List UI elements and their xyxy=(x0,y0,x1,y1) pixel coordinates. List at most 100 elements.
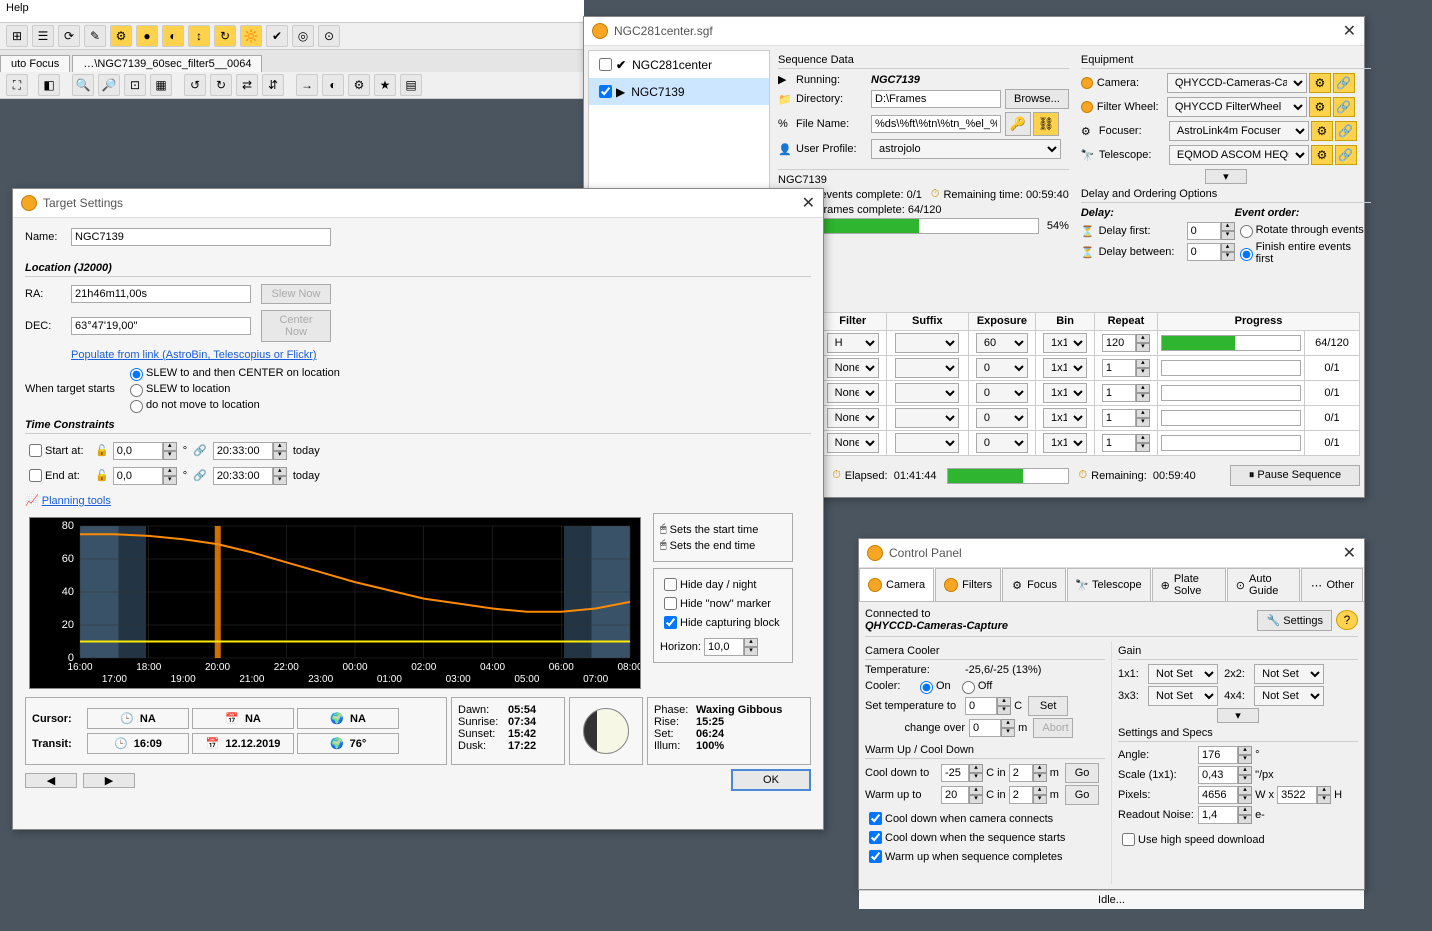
spin-down[interactable]: ▾ xyxy=(1136,443,1150,452)
exposure-select[interactable]: 0 xyxy=(976,383,1028,403)
cooler-off-radio[interactable] xyxy=(962,681,975,694)
lock-icon[interactable]: 🔓 xyxy=(95,469,109,482)
tab-image[interactable]: …\NGC7139_60sec_filter5__0064 xyxy=(72,55,262,72)
filter-select[interactable]: None xyxy=(827,433,879,453)
spin-up[interactable]: ▴ xyxy=(1221,243,1235,252)
telescope-select[interactable]: EQMOD ASCOM HEQ5/6 xyxy=(1169,145,1309,165)
repeat-input[interactable] xyxy=(1102,384,1136,402)
tool-icon[interactable]: ◐ xyxy=(162,25,184,47)
dec-input[interactable] xyxy=(71,317,251,335)
tab-telescope[interactable]: 🔭Telescope xyxy=(1067,568,1151,601)
focuser-select[interactable]: AstroLink4m Focuser xyxy=(1169,121,1309,141)
bin-select[interactable]: 1x1 xyxy=(1043,408,1087,428)
target-item[interactable]: ✔ NGC281center xyxy=(589,51,769,78)
spin-up[interactable]: ▴ xyxy=(1136,434,1150,443)
suffix-select[interactable] xyxy=(895,408,959,428)
nomove-radio[interactable] xyxy=(130,400,143,413)
gain-1x1-select[interactable]: Not Set xyxy=(1148,664,1218,684)
start-time-input[interactable] xyxy=(213,442,273,460)
tab-other[interactable]: ⋯Other xyxy=(1301,568,1363,601)
camera-select[interactable]: QHYCCD-Cameras-Capture xyxy=(1167,73,1307,93)
spin-down[interactable]: ▾ xyxy=(1238,815,1252,824)
spin-up[interactable]: ▴ xyxy=(1238,786,1252,795)
pause-sequence-button[interactable]: ⏸ Pause Sequence xyxy=(1230,465,1360,486)
lock-icon[interactable]: 🔓 xyxy=(95,444,109,457)
tab-autoguide[interactable]: ⊙Auto Guide xyxy=(1227,568,1301,601)
tool-icon[interactable]: ↕ xyxy=(188,25,210,47)
spin-up[interactable]: ▴ xyxy=(1238,746,1252,755)
spin-down[interactable]: ▾ xyxy=(1001,728,1015,737)
gain-4x4-select[interactable]: Not Set xyxy=(1254,686,1324,706)
link-icon[interactable]: 🔗 xyxy=(1335,145,1357,165)
repeat-input[interactable] xyxy=(1102,409,1136,427)
tool-icon[interactable]: ✎ xyxy=(84,25,106,47)
repeat-input[interactable] xyxy=(1102,334,1136,352)
arrow-icon[interactable]: → xyxy=(296,74,318,96)
spin-down[interactable]: ▾ xyxy=(1136,393,1150,402)
spin-up[interactable]: ▴ xyxy=(744,638,758,647)
spin-up[interactable]: ▴ xyxy=(163,467,177,476)
set-button[interactable]: Set xyxy=(1028,696,1068,716)
close-icon[interactable]: ✕ xyxy=(1343,21,1356,41)
suffix-select[interactable] xyxy=(895,433,959,453)
directory-input[interactable] xyxy=(871,90,1001,108)
hide-day-check[interactable] xyxy=(664,578,677,591)
slew-center-radio[interactable] xyxy=(130,368,143,381)
cd-seq-check[interactable] xyxy=(869,831,882,844)
spin-down[interactable]: ▾ xyxy=(1136,368,1150,377)
help-icon[interactable]: ? xyxy=(1336,610,1358,630)
tool-icon[interactable]: ↻ xyxy=(214,25,236,47)
filter-select[interactable]: None xyxy=(827,408,879,428)
target-check[interactable] xyxy=(599,58,612,71)
spin-up[interactable]: ▴ xyxy=(273,467,287,476)
link-icon[interactable]: 🔗 xyxy=(1333,97,1355,117)
delay-between-input[interactable] xyxy=(1187,243,1221,261)
cooldown-input[interactable] xyxy=(941,764,969,782)
bin-select[interactable]: 1x1 xyxy=(1043,358,1087,378)
exposure-select[interactable]: 0 xyxy=(976,358,1028,378)
start-at-check[interactable] xyxy=(29,444,42,457)
key-icon[interactable]: 🔑 xyxy=(1005,112,1031,136)
zoom-100-icon[interactable]: ⊡ xyxy=(124,74,146,96)
flip-h-icon[interactable]: ⇄ xyxy=(236,74,258,96)
cd-connect-check[interactable] xyxy=(869,812,882,825)
link-icon[interactable]: 🔗 xyxy=(1333,73,1355,93)
spin-down[interactable]: ▾ xyxy=(1033,795,1047,804)
browse-button[interactable]: Browse... xyxy=(1005,89,1069,109)
spin-down[interactable]: ▾ xyxy=(997,706,1011,715)
slew-radio[interactable] xyxy=(130,384,143,397)
bin-select[interactable]: 1x1 xyxy=(1043,333,1087,353)
spin-down[interactable]: ▾ xyxy=(744,647,758,656)
filterwheel-select[interactable]: QHYCCD FilterWheel xyxy=(1167,97,1307,117)
warmup-min-input[interactable] xyxy=(1009,786,1033,804)
spin-down[interactable]: ▾ xyxy=(1221,231,1235,240)
tool-icon[interactable]: ✔ xyxy=(266,25,288,47)
spin-down[interactable]: ▾ xyxy=(273,451,287,460)
horizon-input[interactable] xyxy=(704,638,744,656)
filter-select[interactable]: None xyxy=(827,383,879,403)
px-h-input[interactable] xyxy=(1277,786,1317,804)
tab-focus[interactable]: ⚙Focus xyxy=(1002,568,1066,601)
bin-select[interactable]: 1x1 xyxy=(1043,433,1087,453)
tool-icon[interactable]: ⊙ xyxy=(318,25,340,47)
exposure-select[interactable]: 60 xyxy=(976,333,1028,353)
spin-up[interactable]: ▴ xyxy=(969,786,983,795)
go-button[interactable]: Go xyxy=(1065,785,1099,805)
hide-capture-check[interactable] xyxy=(664,616,677,629)
readout-input[interactable] xyxy=(1198,806,1238,824)
link-icon[interactable]: ⛓ xyxy=(1033,112,1059,136)
rotate-ccw-icon[interactable]: ↺ xyxy=(184,74,206,96)
zoom-all-icon[interactable]: ▦ xyxy=(150,74,172,96)
ok-button[interactable]: OK xyxy=(731,769,811,791)
hide-now-check[interactable] xyxy=(664,597,677,610)
spin-up[interactable]: ▴ xyxy=(1136,334,1150,343)
star-icon[interactable]: ★ xyxy=(374,74,396,96)
end-val-input[interactable] xyxy=(113,467,163,485)
zoom-out-icon[interactable]: 🔎 xyxy=(98,74,120,96)
filter-select[interactable]: None xyxy=(827,358,879,378)
tool-icon[interactable]: 🔆 xyxy=(240,25,262,47)
repeat-input[interactable] xyxy=(1102,434,1136,452)
tab-platesolve[interactable]: ⊕Plate Solve xyxy=(1152,568,1226,601)
filter-select[interactable]: H xyxy=(827,333,879,353)
cooldown-min-input[interactable] xyxy=(1009,764,1033,782)
